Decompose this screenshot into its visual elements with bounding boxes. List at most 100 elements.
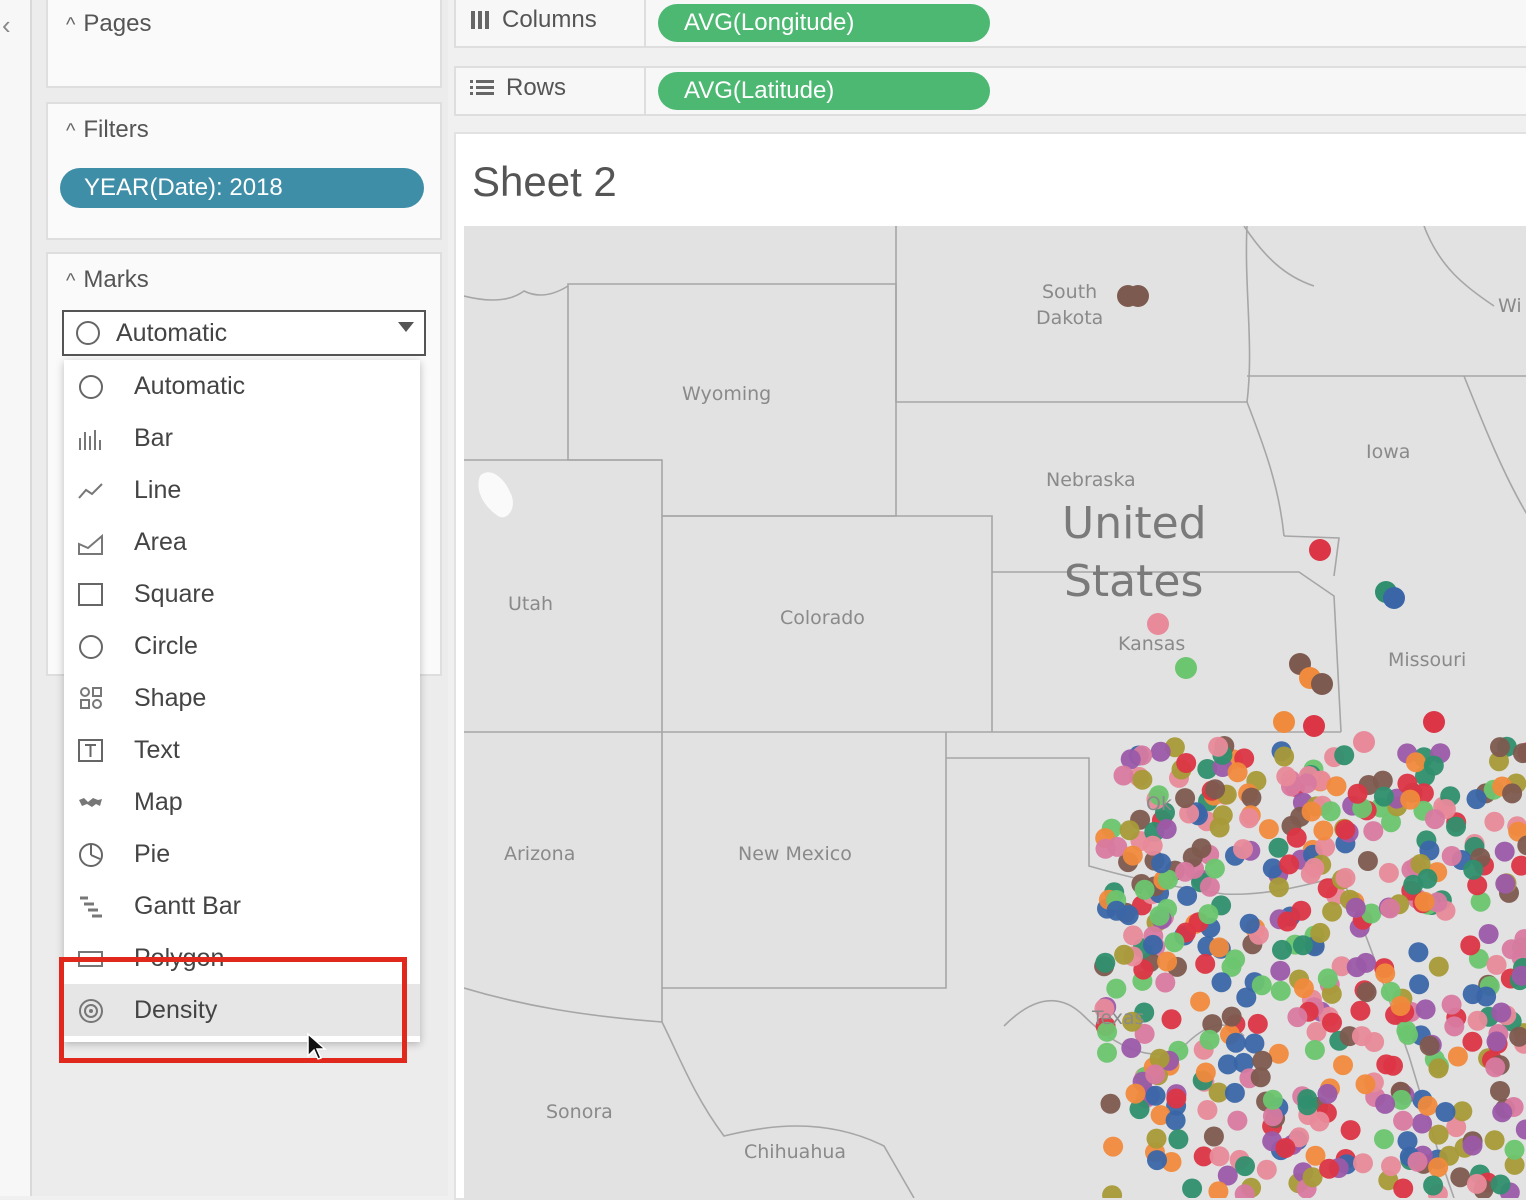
- menu-item-label: Density: [134, 995, 218, 1024]
- map-data-point: [1268, 837, 1289, 858]
- map-data-point: [1441, 994, 1462, 1015]
- map-data-point: [1423, 1175, 1444, 1196]
- map-data-point: [1122, 845, 1143, 866]
- latitude-pill[interactable]: AVG(Latitude): [658, 72, 990, 110]
- map-data-point: [1428, 1157, 1449, 1178]
- map-data-point: [1175, 861, 1196, 882]
- map-data-point: [1182, 1178, 1203, 1198]
- map-data-point: [1490, 1081, 1510, 1101]
- year-filter-pill[interactable]: YEAR(Date): 2018: [60, 168, 424, 208]
- map-label-south: South: [1042, 281, 1097, 303]
- map-data-point: [1441, 846, 1462, 866]
- menu-item-text[interactable]: Text: [64, 724, 420, 776]
- map-data-point: [1190, 991, 1211, 1012]
- map-data-point: [1393, 1178, 1414, 1198]
- map-data-point: [1244, 1033, 1265, 1054]
- map-data-point: [1175, 788, 1196, 809]
- map-data-point: [1313, 820, 1334, 841]
- rows-shelf: Rows AVG(Latitude): [454, 66, 1526, 116]
- map-data-point: [1346, 957, 1367, 978]
- map-data-point: [1378, 862, 1399, 883]
- menu-item-polygon[interactable]: Polygon: [64, 932, 420, 984]
- mark-type-menu: Automatic Bar Line Area Square Circle Sh…: [64, 360, 420, 1042]
- map-data-point: [1103, 1136, 1124, 1157]
- collapse-left-icon[interactable]: ‹: [2, 10, 11, 41]
- map-data-point: [1165, 1110, 1186, 1131]
- map-data-point: [1270, 980, 1291, 1001]
- map-data-point: [1208, 736, 1229, 757]
- map-data-point: [1373, 786, 1394, 807]
- map-data-point: [1485, 1057, 1506, 1078]
- map-data-point: [1320, 801, 1341, 822]
- map-data-point: [1239, 808, 1260, 829]
- menu-item-shape[interactable]: Shape: [64, 672, 420, 724]
- map-data-point: [1494, 841, 1515, 862]
- rows-icon: [470, 80, 494, 95]
- pages-card-header[interactable]: ^ Pages: [66, 10, 151, 38]
- chevron-up-icon: ^: [66, 270, 76, 292]
- marks-card-header[interactable]: ^ Marks: [66, 266, 149, 294]
- map-data-point: [1287, 1007, 1308, 1028]
- map-data-point: [1106, 978, 1127, 999]
- menu-item-pie[interactable]: Pie: [64, 828, 420, 880]
- map-data-point: [1412, 1113, 1433, 1134]
- map-data-point: [1484, 811, 1505, 832]
- map-data-point: [1486, 1031, 1507, 1052]
- map-data-point: [1415, 999, 1436, 1020]
- map-data-point: [1203, 1126, 1224, 1147]
- chevron-up-icon: ^: [66, 14, 76, 36]
- menu-item-map[interactable]: Map: [64, 776, 420, 828]
- map-data-point: [1495, 873, 1516, 894]
- circle-icon: [76, 321, 100, 345]
- map-data-point: [1205, 779, 1226, 800]
- map-data-point: [1164, 932, 1185, 953]
- map-data-point: [1211, 972, 1232, 993]
- map-data-point: [1224, 1082, 1245, 1103]
- mark-type-dropdown[interactable]: Automatic: [62, 310, 426, 356]
- map-data-point: [1435, 1102, 1456, 1122]
- map-icon: [79, 798, 102, 807]
- longitude-pill[interactable]: AVG(Longitude): [658, 4, 990, 42]
- map-data-point: [1390, 996, 1411, 1016]
- map-data-point: [1375, 1093, 1396, 1114]
- menu-item-square[interactable]: Square: [64, 568, 420, 620]
- menu-item-label: Square: [134, 579, 215, 608]
- map-data-point: [1297, 1089, 1318, 1109]
- menu-item-circle[interactable]: Circle: [64, 620, 420, 672]
- area-chart-icon: [78, 533, 103, 555]
- menu-item-label: Bar: [134, 423, 173, 452]
- map-data-point: [1351, 1026, 1372, 1047]
- menu-item-gantt-bar[interactable]: Gantt Bar: [64, 880, 420, 932]
- map-data-point: [1462, 984, 1483, 1005]
- map-data-point: [1274, 746, 1295, 767]
- menu-item-bar[interactable]: Bar: [64, 412, 420, 464]
- map-view[interactable]: South Dakota Wyoming Nebraska Iowa Utah …: [464, 226, 1526, 1198]
- map-label-iowa: Iowa: [1366, 441, 1410, 463]
- map-data-point: [1309, 1111, 1330, 1132]
- rows-shelf-label: Rows: [468, 74, 566, 102]
- map-data-point: [1423, 711, 1445, 733]
- map-data-point: [1490, 737, 1510, 758]
- map-data-point: [1176, 753, 1197, 773]
- menu-item-area[interactable]: Area: [64, 516, 420, 568]
- map-data-point: [1225, 949, 1246, 970]
- map-data-point: [1326, 776, 1347, 797]
- map-data-point: [1143, 934, 1163, 955]
- map-data-point: [1417, 1095, 1438, 1116]
- menu-item-line[interactable]: Line: [64, 464, 420, 516]
- map-data-point: [1376, 1054, 1397, 1075]
- map-data-point: [1462, 1135, 1483, 1156]
- menu-item-label: Map: [134, 787, 183, 816]
- menu-item-density[interactable]: Density: [64, 984, 420, 1036]
- filters-card-header[interactable]: ^ Filters: [66, 116, 149, 144]
- map-label-utah: Utah: [508, 593, 553, 615]
- map-data-point: [1199, 1029, 1220, 1050]
- map-data-point: [1262, 1089, 1283, 1110]
- map-data-point: [1256, 1159, 1277, 1180]
- map-data-point: [1197, 1100, 1218, 1120]
- map-label-nebraska: Nebraska: [1046, 469, 1136, 491]
- columns-label: Columns: [502, 6, 597, 33]
- pages-title: Pages: [83, 10, 152, 37]
- map-data-point: [1355, 1074, 1376, 1095]
- menu-item-automatic[interactable]: Automatic: [64, 360, 420, 412]
